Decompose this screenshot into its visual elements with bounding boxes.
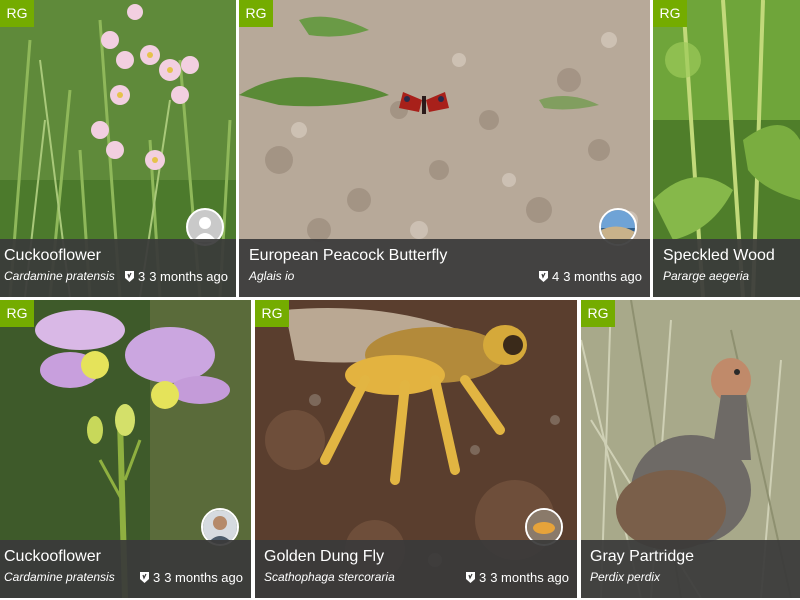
observation-card[interactable]: RG Gray Partridge Perdix perdix bbox=[581, 300, 800, 598]
identification-count: 3 bbox=[137, 269, 146, 284]
common-name[interactable]: Cuckooflower bbox=[4, 548, 101, 566]
identification-icon bbox=[139, 572, 149, 583]
common-name[interactable]: Golden Dung Fly bbox=[264, 548, 384, 566]
card-caption: European Peacock Butterfly Aglais io 4 3… bbox=[239, 239, 650, 297]
research-grade-badge: RG bbox=[255, 300, 289, 327]
observation-card[interactable]: RG Cuckooflower Cardamine pratensis 3 3 … bbox=[0, 300, 251, 598]
scientific-name[interactable]: Cardamine pratensis bbox=[4, 269, 115, 283]
scientific-name[interactable]: Perdix perdix bbox=[590, 570, 660, 584]
scientific-name[interactable]: Aglais io bbox=[249, 269, 294, 283]
identification-meta: 3 3 months ago bbox=[124, 269, 228, 284]
observed-time: 3 months ago bbox=[563, 269, 642, 284]
observation-card[interactable]: RG Cuckooflower Cardamine pratensis 3 3 … bbox=[0, 0, 236, 297]
observation-card[interactable]: RG European Peacock Butterfly Aglais io … bbox=[239, 0, 650, 297]
card-caption: Cuckooflower Cardamine pratensis 3 3 mon… bbox=[0, 239, 236, 297]
common-name[interactable]: European Peacock Butterfly bbox=[249, 247, 447, 265]
common-name[interactable]: Gray Partridge bbox=[590, 548, 694, 566]
observation-card[interactable]: RG Golden Dung Fly Scathophaga stercorar… bbox=[255, 300, 577, 598]
observed-time: 3 months ago bbox=[149, 269, 228, 284]
user-photo-icon bbox=[527, 510, 561, 544]
observed-time: 3 months ago bbox=[164, 570, 243, 585]
identification-meta: 4 3 months ago bbox=[538, 269, 642, 284]
research-grade-badge: RG bbox=[653, 0, 687, 27]
scientific-name[interactable]: Pararge aegeria bbox=[663, 269, 749, 283]
card-caption: Cuckooflower Cardamine pratensis 3 3 mon… bbox=[0, 540, 251, 598]
research-grade-badge: RG bbox=[0, 300, 34, 327]
identification-count: 3 bbox=[152, 570, 161, 585]
scientific-name[interactable]: Cardamine pratensis bbox=[4, 570, 115, 584]
card-caption: Golden Dung Fly Scathophaga stercoraria … bbox=[255, 540, 577, 598]
observed-time: 3 months ago bbox=[490, 570, 569, 585]
research-grade-badge: RG bbox=[239, 0, 273, 27]
identification-icon bbox=[124, 271, 134, 282]
identification-count: 4 bbox=[551, 269, 560, 284]
identification-icon bbox=[538, 271, 548, 282]
identification-meta: 3 3 months ago bbox=[465, 570, 569, 585]
user-photo-icon bbox=[203, 510, 237, 544]
identification-icon bbox=[465, 572, 475, 583]
research-grade-badge: RG bbox=[0, 0, 34, 27]
common-name[interactable]: Cuckooflower bbox=[4, 247, 101, 265]
card-caption: Gray Partridge Perdix perdix bbox=[581, 540, 800, 598]
identification-count: 3 bbox=[478, 570, 487, 585]
identification-meta: 3 3 months ago bbox=[139, 570, 243, 585]
observation-card[interactable]: RG Speckled Wood Pararge aegeria bbox=[653, 0, 800, 297]
scientific-name[interactable]: Scathophaga stercoraria bbox=[264, 570, 395, 584]
research-grade-badge: RG bbox=[581, 300, 615, 327]
card-caption: Speckled Wood Pararge aegeria bbox=[653, 239, 800, 297]
common-name[interactable]: Speckled Wood bbox=[663, 247, 775, 265]
